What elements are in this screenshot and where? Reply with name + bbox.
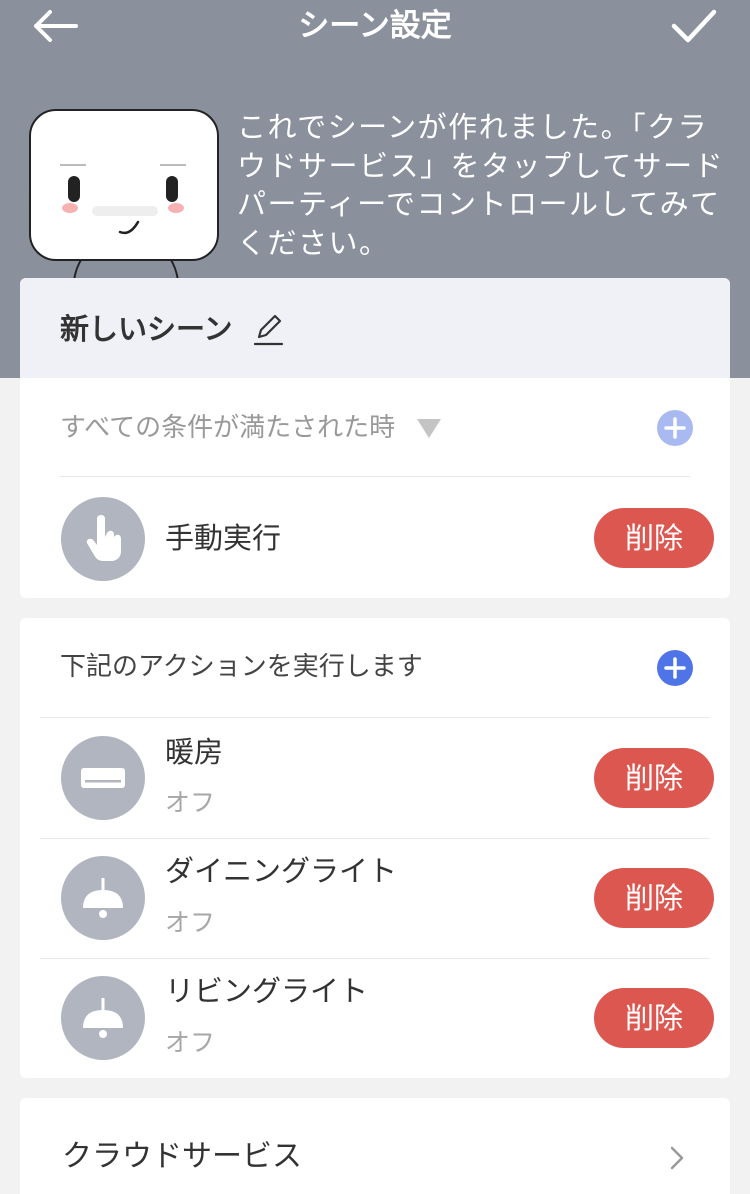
delete-condition-button[interactable]: 削除 — [594, 508, 714, 568]
action-title: リビングライト — [165, 974, 369, 1008]
action-status: オフ — [165, 908, 216, 937]
cloud-service-row[interactable]: クラウドサービス — [20, 1098, 730, 1194]
page-title: シーン設定 — [298, 8, 452, 44]
actions-card: 下記のアクションを実行します 暖房 オフ 削除 ダイニングライト オフ 削除 リ… — [20, 618, 730, 1078]
action-status: オフ — [165, 788, 216, 817]
scene-name-bar[interactable]: 新しいシーン — [20, 278, 730, 378]
action-title: ダイニングライト — [165, 854, 398, 888]
delete-action-button[interactable]: 削除 — [594, 988, 714, 1048]
divider — [40, 958, 710, 959]
conditions-label: すべての条件が満たされた時 — [60, 413, 396, 443]
chevron-right-icon — [668, 1144, 686, 1172]
intro-message: これでシーンが作れました。「クラウドサービス」をタップしてサードパーティーでコン… — [237, 110, 725, 260]
add-condition-button[interactable] — [656, 409, 694, 447]
plus-circle-icon — [657, 410, 693, 446]
scene-conditions-card: 新しいシーン すべての条件が満たされた時 手動実行 削除 — [20, 278, 730, 598]
air-conditioner-icon — [61, 736, 145, 820]
pendant-light-icon — [61, 976, 145, 1060]
delete-action-button[interactable]: 削除 — [594, 748, 714, 808]
action-title: 暖房 — [165, 735, 224, 769]
pencil-icon[interactable] — [252, 311, 284, 347]
scene-name: 新しいシーン — [60, 312, 233, 346]
pendant-light-icon — [61, 856, 145, 940]
checkmark-icon — [671, 9, 717, 43]
divider — [40, 717, 710, 718]
cloud-service-label: クラウドサービス — [62, 1139, 302, 1174]
divider — [40, 838, 710, 839]
plus-circle-icon — [657, 650, 693, 686]
divider — [60, 476, 690, 477]
delete-action-button[interactable]: 削除 — [594, 868, 714, 928]
hand-tap-icon — [61, 497, 145, 581]
actions-label: 下記のアクションを実行します — [60, 652, 423, 682]
triangle-down-icon[interactable] — [416, 417, 442, 439]
mascot-illustration — [26, 108, 226, 281]
confirm-button[interactable] — [668, 4, 718, 48]
action-status: オフ — [165, 1028, 216, 1057]
add-action-button[interactable] — [656, 649, 694, 687]
condition-title: 手動実行 — [165, 521, 282, 555]
